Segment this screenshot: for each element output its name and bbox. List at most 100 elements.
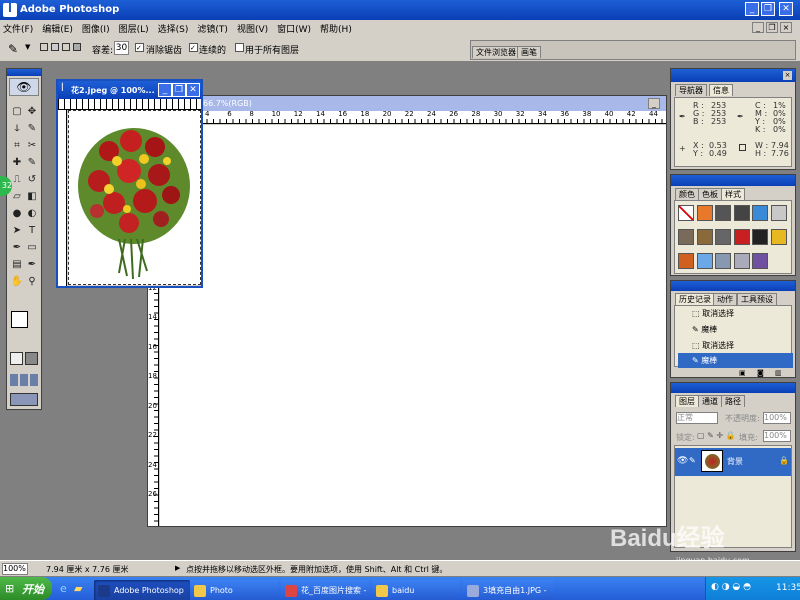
quicklaunch-ie-icon[interactable]: e [60, 582, 67, 595]
tab-actions[interactable]: 动作 [713, 293, 737, 305]
layer-row-background[interactable]: 👁 ✎ 背景 🔒 [675, 448, 791, 476]
history-item[interactable]: ⬚ 取消选择 [678, 306, 793, 322]
menu-item[interactable]: 滤镜(T) [197, 22, 228, 35]
style-swatch[interactable] [715, 253, 731, 269]
path-select-icon[interactable]: ➤ [10, 224, 24, 238]
foreground-color-swatch[interactable] [11, 311, 28, 328]
blend-mode-select[interactable]: 正常 [676, 412, 718, 424]
menu-item[interactable]: 编辑(E) [42, 22, 73, 35]
style-swatch[interactable] [770, 205, 787, 221]
style-swatch[interactable] [733, 253, 750, 269]
zoom-field[interactable]: 100% [2, 563, 28, 575]
history-item[interactable]: ⬚ 取消选择 [678, 338, 793, 354]
start-button[interactable]: ⊞ 开始 [0, 577, 52, 600]
image-maximize-button[interactable]: ❐ [172, 83, 186, 97]
history-camera-icon[interactable]: ◙ [757, 369, 764, 377]
eraser-icon[interactable]: ▱ [10, 190, 24, 204]
marquee-icon[interactable]: ▢ [10, 105, 24, 119]
history-item-selected[interactable]: ✎ 魔棒 [678, 353, 793, 368]
menu-item[interactable]: 图像(I) [82, 22, 110, 35]
slice-icon[interactable]: ✂ [25, 139, 39, 153]
menu-item[interactable]: 选择(S) [158, 22, 189, 35]
quicklaunch-folder-icon[interactable]: ▰ [74, 582, 82, 595]
tab-styles[interactable]: 样式 [721, 188, 745, 200]
image-canvas[interactable] [68, 110, 201, 285]
history-brush-icon[interactable]: ↺ [25, 173, 39, 187]
task-baidu-search[interactable]: 花_百度图片搜索 - ... [281, 580, 369, 600]
style-swatch[interactable] [770, 229, 787, 245]
selection-new-icon[interactable] [40, 43, 48, 51]
maximize-button[interactable]: ❐ [761, 2, 775, 16]
eye-icon[interactable]: 👁 [677, 456, 688, 466]
brush-icon[interactable]: ✎ [25, 156, 39, 170]
style-swatch[interactable] [696, 229, 713, 245]
blur-icon[interactable]: ● [10, 207, 24, 221]
all-layers-checkbox[interactable] [235, 43, 244, 52]
menu-item[interactable]: 图层(L) [119, 22, 149, 35]
crop-icon[interactable]: ⌗ [10, 139, 24, 153]
tray-icons[interactable]: ◐ ◑ ◒ ◓ [711, 582, 751, 592]
doc-minimize[interactable]: _ [752, 22, 764, 33]
selection-add-icon[interactable] [51, 43, 59, 51]
stamp-icon[interactable]: ⎍ [10, 173, 24, 187]
gradient-icon[interactable]: ◧ [25, 190, 39, 204]
history-trash-icon[interactable]: ▥ [775, 369, 782, 377]
tab-navigator[interactable]: 导航器 [675, 84, 707, 96]
tab-brushes[interactable]: 画笔 [517, 46, 541, 58]
style-swatch[interactable] [733, 229, 750, 245]
healing-icon[interactable]: ✚ [10, 156, 24, 170]
zoom-icon[interactable]: ⚲ [25, 275, 39, 289]
notes-icon[interactable]: ▤ [10, 258, 24, 272]
task-baidu[interactable]: baidu [372, 580, 460, 600]
tab-color[interactable]: 颜色 [675, 188, 699, 200]
screen-mode-icons[interactable] [10, 374, 38, 386]
style-swatch[interactable] [752, 229, 768, 245]
dodge-icon[interactable]: ◐ [25, 207, 39, 221]
menu-item[interactable]: 文件(F) [3, 22, 33, 35]
canvas-minimize-button[interactable]: _ [648, 98, 660, 109]
task-photo[interactable]: Photo [190, 580, 278, 600]
menu-item[interactable]: 视图(V) [237, 22, 268, 35]
tab-swatches[interactable]: 色板 [698, 188, 722, 200]
tab-info[interactable]: 信息 [709, 84, 733, 96]
selection-subtract-icon[interactable] [62, 43, 70, 51]
style-swatch[interactable] [752, 205, 768, 221]
doc-restore[interactable]: ❐ [766, 22, 778, 33]
style-swatch[interactable] [678, 205, 694, 221]
minimize-button[interactable]: _ [745, 2, 759, 16]
tab-layers[interactable]: 图层 [675, 395, 699, 407]
canvas-area[interactable] [160, 125, 666, 526]
menu-item[interactable]: 帮助(H) [320, 22, 352, 35]
image-minimize-button[interactable]: _ [158, 83, 172, 97]
tab-tool-presets[interactable]: 工具预设 [737, 293, 777, 305]
quickmask-mode-icon[interactable] [25, 352, 38, 365]
close-button[interactable]: ✕ [779, 2, 793, 16]
style-swatch[interactable] [696, 205, 713, 221]
tab-paths[interactable]: 路径 [721, 395, 745, 407]
image-close-button[interactable]: ✕ [186, 83, 200, 97]
style-swatch[interactable] [715, 229, 731, 245]
pen-icon[interactable]: ✒ [10, 241, 24, 255]
info-panel-close[interactable]: × [783, 71, 792, 80]
photoshop-logo-icon[interactable]: 👁 [9, 78, 39, 96]
menu-item[interactable]: 窗口(W) [277, 22, 311, 35]
doc-close[interactable]: × [780, 22, 792, 33]
magic-wand-tool-icon[interactable]: ✎ [8, 42, 18, 56]
selection-intersect-icon[interactable] [73, 43, 81, 51]
fill-input[interactable]: 100% [763, 430, 791, 442]
tool-preset-arrow[interactable]: ▼ [25, 43, 30, 51]
tolerance-input[interactable]: 30 [114, 41, 129, 55]
task-jpg[interactable]: 3填充自由1.JPG - ... [463, 580, 553, 600]
eyedropper-icon[interactable]: ✒ [25, 258, 39, 272]
tab-channels[interactable]: 通道 [698, 395, 722, 407]
hand-icon[interactable]: ✋ [10, 275, 24, 289]
history-new-snapshot-icon[interactable]: ▣ [739, 369, 746, 377]
tab-file-browser[interactable]: 文件浏览器 [472, 46, 520, 58]
task-photoshop[interactable]: Adobe Photoshop [94, 580, 190, 600]
style-swatch[interactable] [733, 205, 750, 221]
shape-icon[interactable]: ▭ [25, 241, 39, 255]
opacity-input[interactable]: 100% [763, 412, 791, 424]
history-item[interactable]: ✎ 魔棒 [678, 322, 793, 338]
style-swatch[interactable] [696, 253, 713, 269]
lasso-icon[interactable]: ↆ [10, 122, 24, 136]
